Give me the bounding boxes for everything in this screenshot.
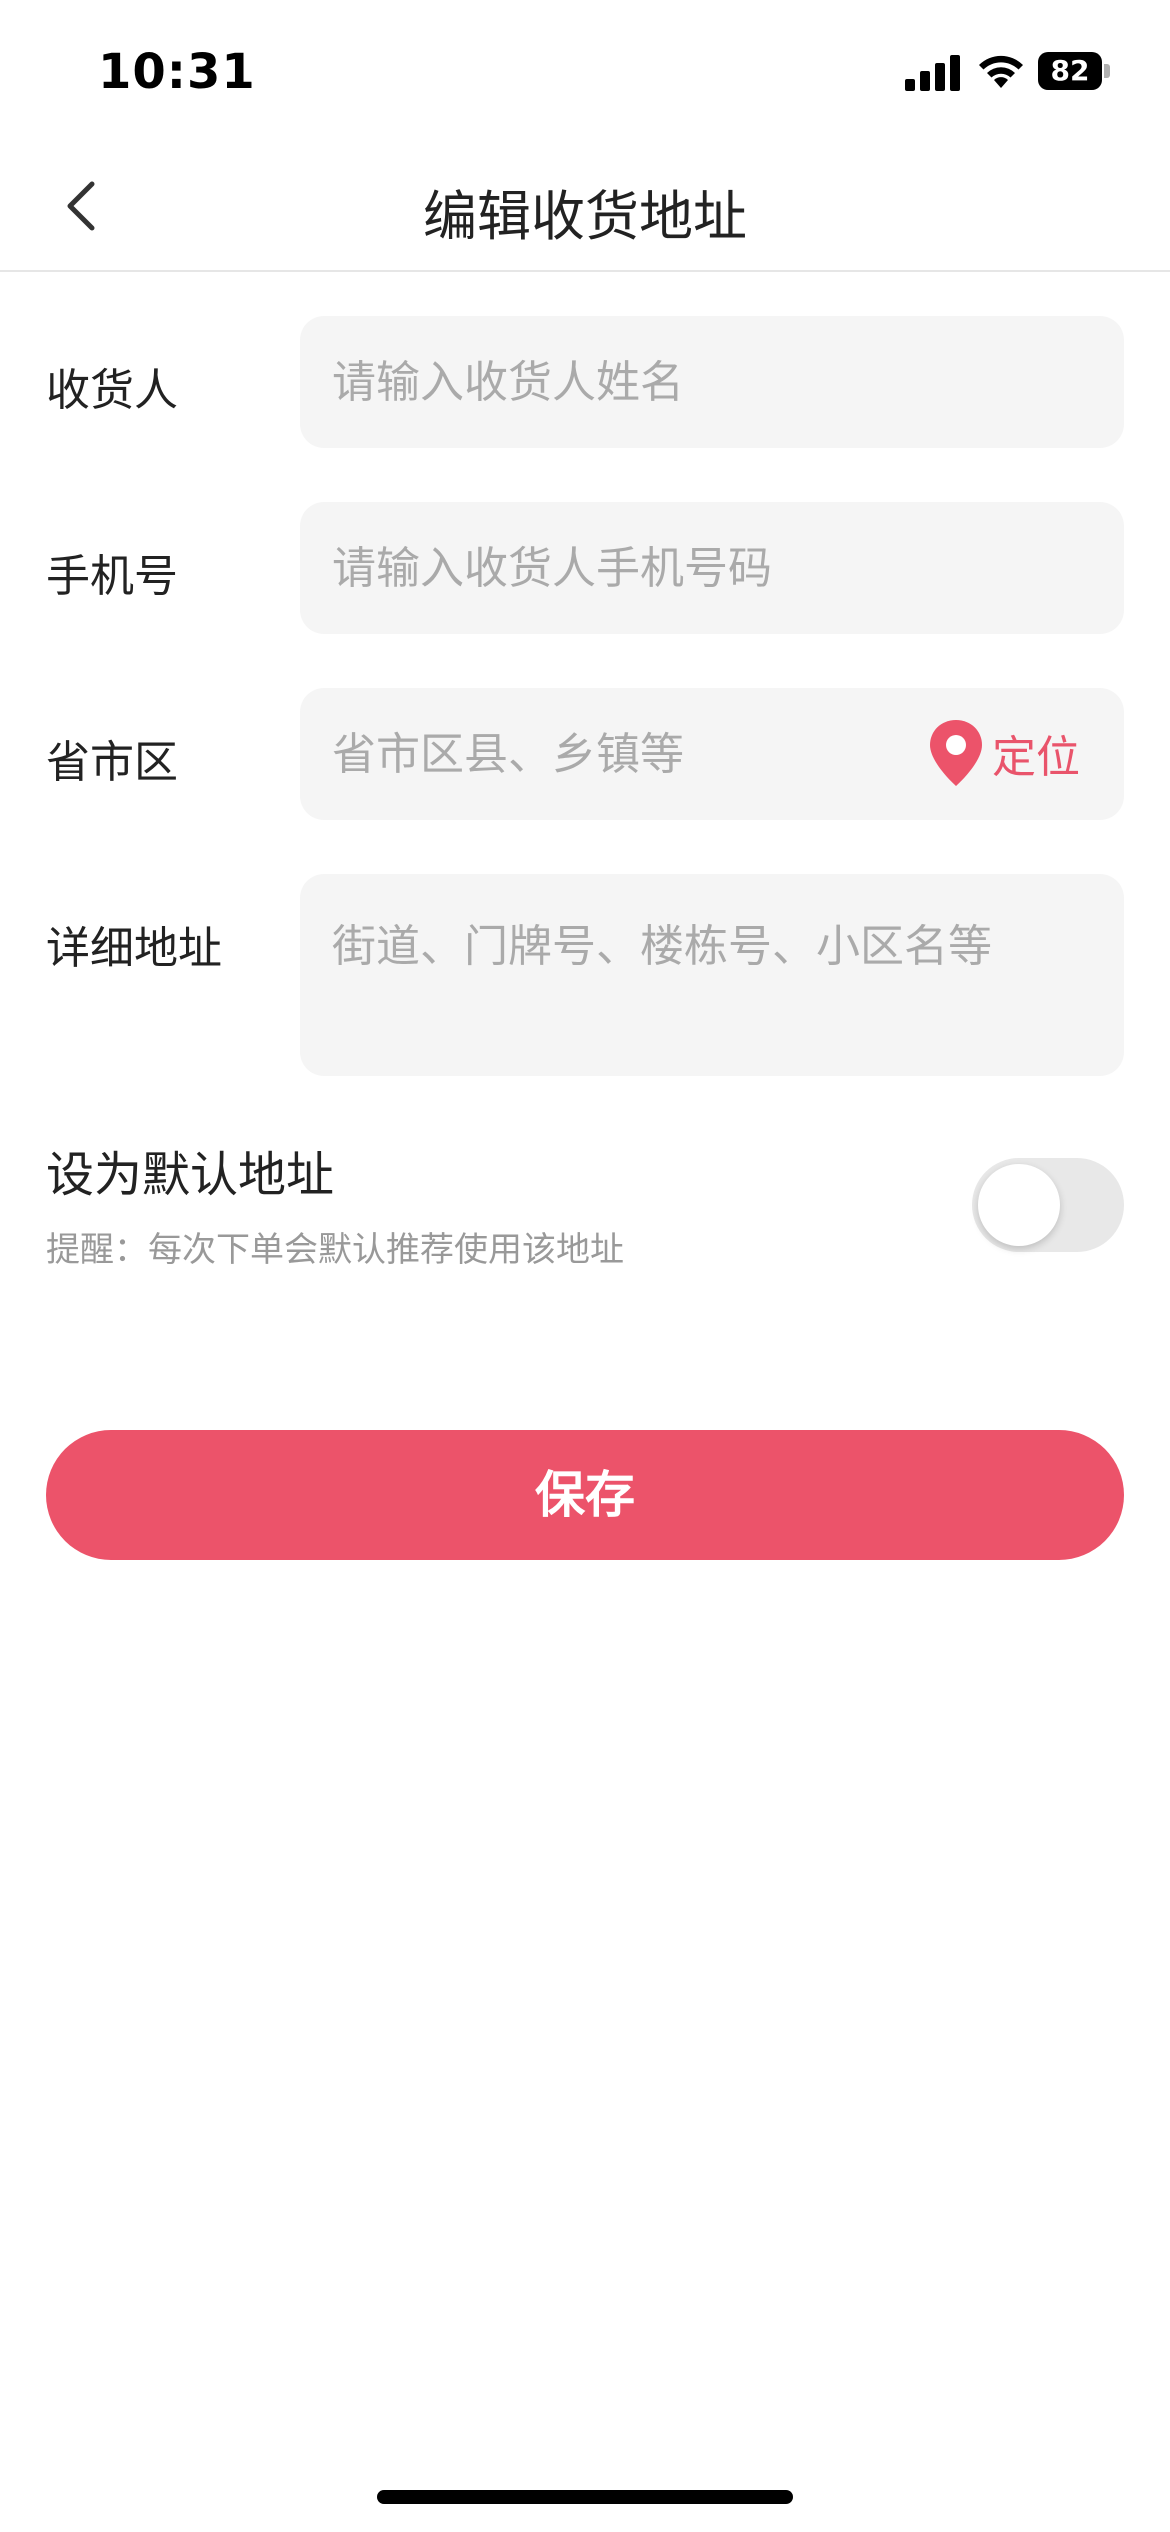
home-indicator [377,2490,793,2504]
status-bar: 10:31 82 [0,0,1170,140]
save-button[interactable]: 保存 [46,1430,1124,1560]
detail-row: 详细地址 [0,874,1170,1076]
battery-icon: 82 [1038,52,1110,90]
status-time: 10:31 [98,44,256,100]
toggle-knob [978,1164,1060,1246]
phone-row: 手机号 [0,502,1170,634]
default-address-toggle[interactable] [972,1158,1124,1252]
phone-input[interactable] [300,502,1124,634]
recipient-row: 收货人 [0,316,1170,448]
page-title: 编辑收货地址 [423,185,747,248]
detail-field-box [300,874,1124,1076]
recipient-label: 收货人 [46,365,178,416]
region-field-box: 定位 [300,688,1124,820]
nav-bar: 编辑收货地址 [0,140,1170,272]
locate-label: 定位 [992,732,1080,783]
region-input[interactable] [300,688,900,820]
detail-label: 详细地址 [46,923,222,974]
default-address-title: 设为默认地址 [46,1147,335,1203]
cellular-signal-icon [905,55,961,91]
wifi-icon [979,55,1023,88]
locate-button[interactable]: 定位 [928,718,1080,788]
region-row: 省市区 定位 [0,688,1170,820]
location-pin-icon [930,720,982,786]
recipient-input[interactable] [300,316,1124,448]
battery-level: 82 [1038,52,1102,90]
phone-field-box [300,502,1124,634]
detail-textarea[interactable] [300,874,1124,1076]
edit-address-screen: 10:31 82 编辑收货地址 收货人 请输入收货人姓名 手机号 请输入收货人手… [0,0,1170,2532]
phone-label: 手机号 [46,551,178,602]
default-address-hint: 提醒：每次下单会默认推荐使用该地址 [46,1230,624,1270]
recipient-field-box [300,316,1124,448]
region-label: 省市区 [46,737,178,788]
